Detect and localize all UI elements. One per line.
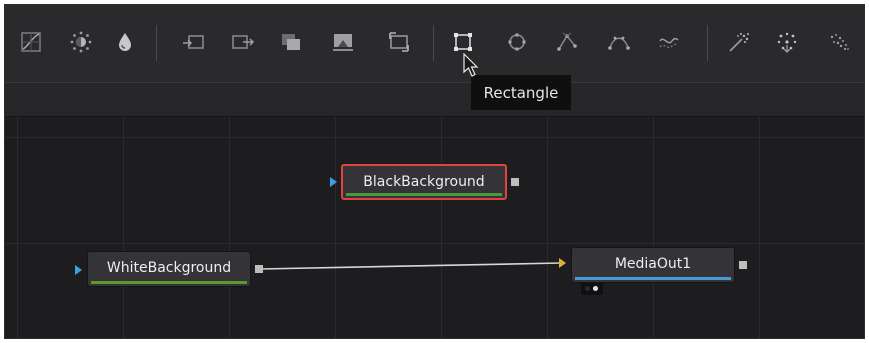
connection-line[interactable] bbox=[260, 262, 562, 270]
node-output-port[interactable] bbox=[255, 265, 263, 273]
view-indicator-dot[interactable] bbox=[593, 286, 598, 291]
view-indicator-dot[interactable] bbox=[585, 286, 590, 291]
node-black-background[interactable]: BlackBackground bbox=[341, 164, 507, 200]
loader-icon[interactable] bbox=[177, 26, 209, 58]
saver-icon[interactable] bbox=[227, 26, 259, 58]
node-editor-panel: Rectangle BlackBackground WhiteBackgroun… bbox=[4, 4, 865, 339]
particles-emitter-icon[interactable] bbox=[723, 26, 755, 58]
node-editor-header-bar bbox=[5, 83, 864, 117]
node-input-arrow[interactable] bbox=[559, 258, 566, 268]
curves-icon[interactable] bbox=[15, 26, 47, 58]
node-status-bar bbox=[575, 277, 731, 280]
node-output-port[interactable] bbox=[511, 178, 519, 186]
polygon-icon[interactable] bbox=[551, 26, 583, 58]
node-input-arrow[interactable] bbox=[75, 265, 82, 275]
particles-render-icon[interactable] bbox=[771, 26, 803, 58]
matte-control-icon[interactable] bbox=[327, 26, 359, 58]
node-label: BlackBackground bbox=[363, 174, 485, 190]
brightness-contrast-icon[interactable] bbox=[65, 26, 97, 58]
toolbar bbox=[5, 5, 864, 83]
particles-merge-icon[interactable] bbox=[823, 26, 855, 58]
node-input-arrow[interactable] bbox=[330, 177, 337, 187]
node-white-background[interactable]: WhiteBackground bbox=[87, 251, 251, 287]
merge-icon[interactable] bbox=[275, 26, 307, 58]
node-label: WhiteBackground bbox=[106, 260, 232, 276]
tooltip: Rectangle bbox=[471, 75, 571, 110]
view-indicator-buttons[interactable] bbox=[581, 283, 603, 295]
bspline-icon[interactable] bbox=[603, 26, 635, 58]
node-status-bar bbox=[91, 281, 247, 284]
mouse-cursor-icon bbox=[463, 53, 479, 77]
node-status-bar bbox=[346, 193, 502, 196]
connection-layer bbox=[260, 262, 562, 270]
toolbar-separator bbox=[707, 25, 708, 61]
ellipse-icon[interactable] bbox=[501, 26, 533, 58]
node-label: MediaOut1 bbox=[614, 256, 692, 272]
node-output-port[interactable] bbox=[739, 261, 747, 269]
node-media-out[interactable]: MediaOut1 bbox=[571, 247, 735, 283]
toolbar-separator bbox=[433, 25, 434, 61]
toolbar-separator bbox=[156, 25, 157, 61]
node-graph-canvas[interactable]: BlackBackground WhiteBackground MediaOut… bbox=[5, 117, 864, 338]
color-corrector-icon[interactable] bbox=[109, 26, 141, 58]
paint-icon[interactable] bbox=[653, 26, 685, 58]
tooltip-text: Rectangle bbox=[483, 83, 559, 102]
transform-icon[interactable] bbox=[383, 26, 415, 58]
